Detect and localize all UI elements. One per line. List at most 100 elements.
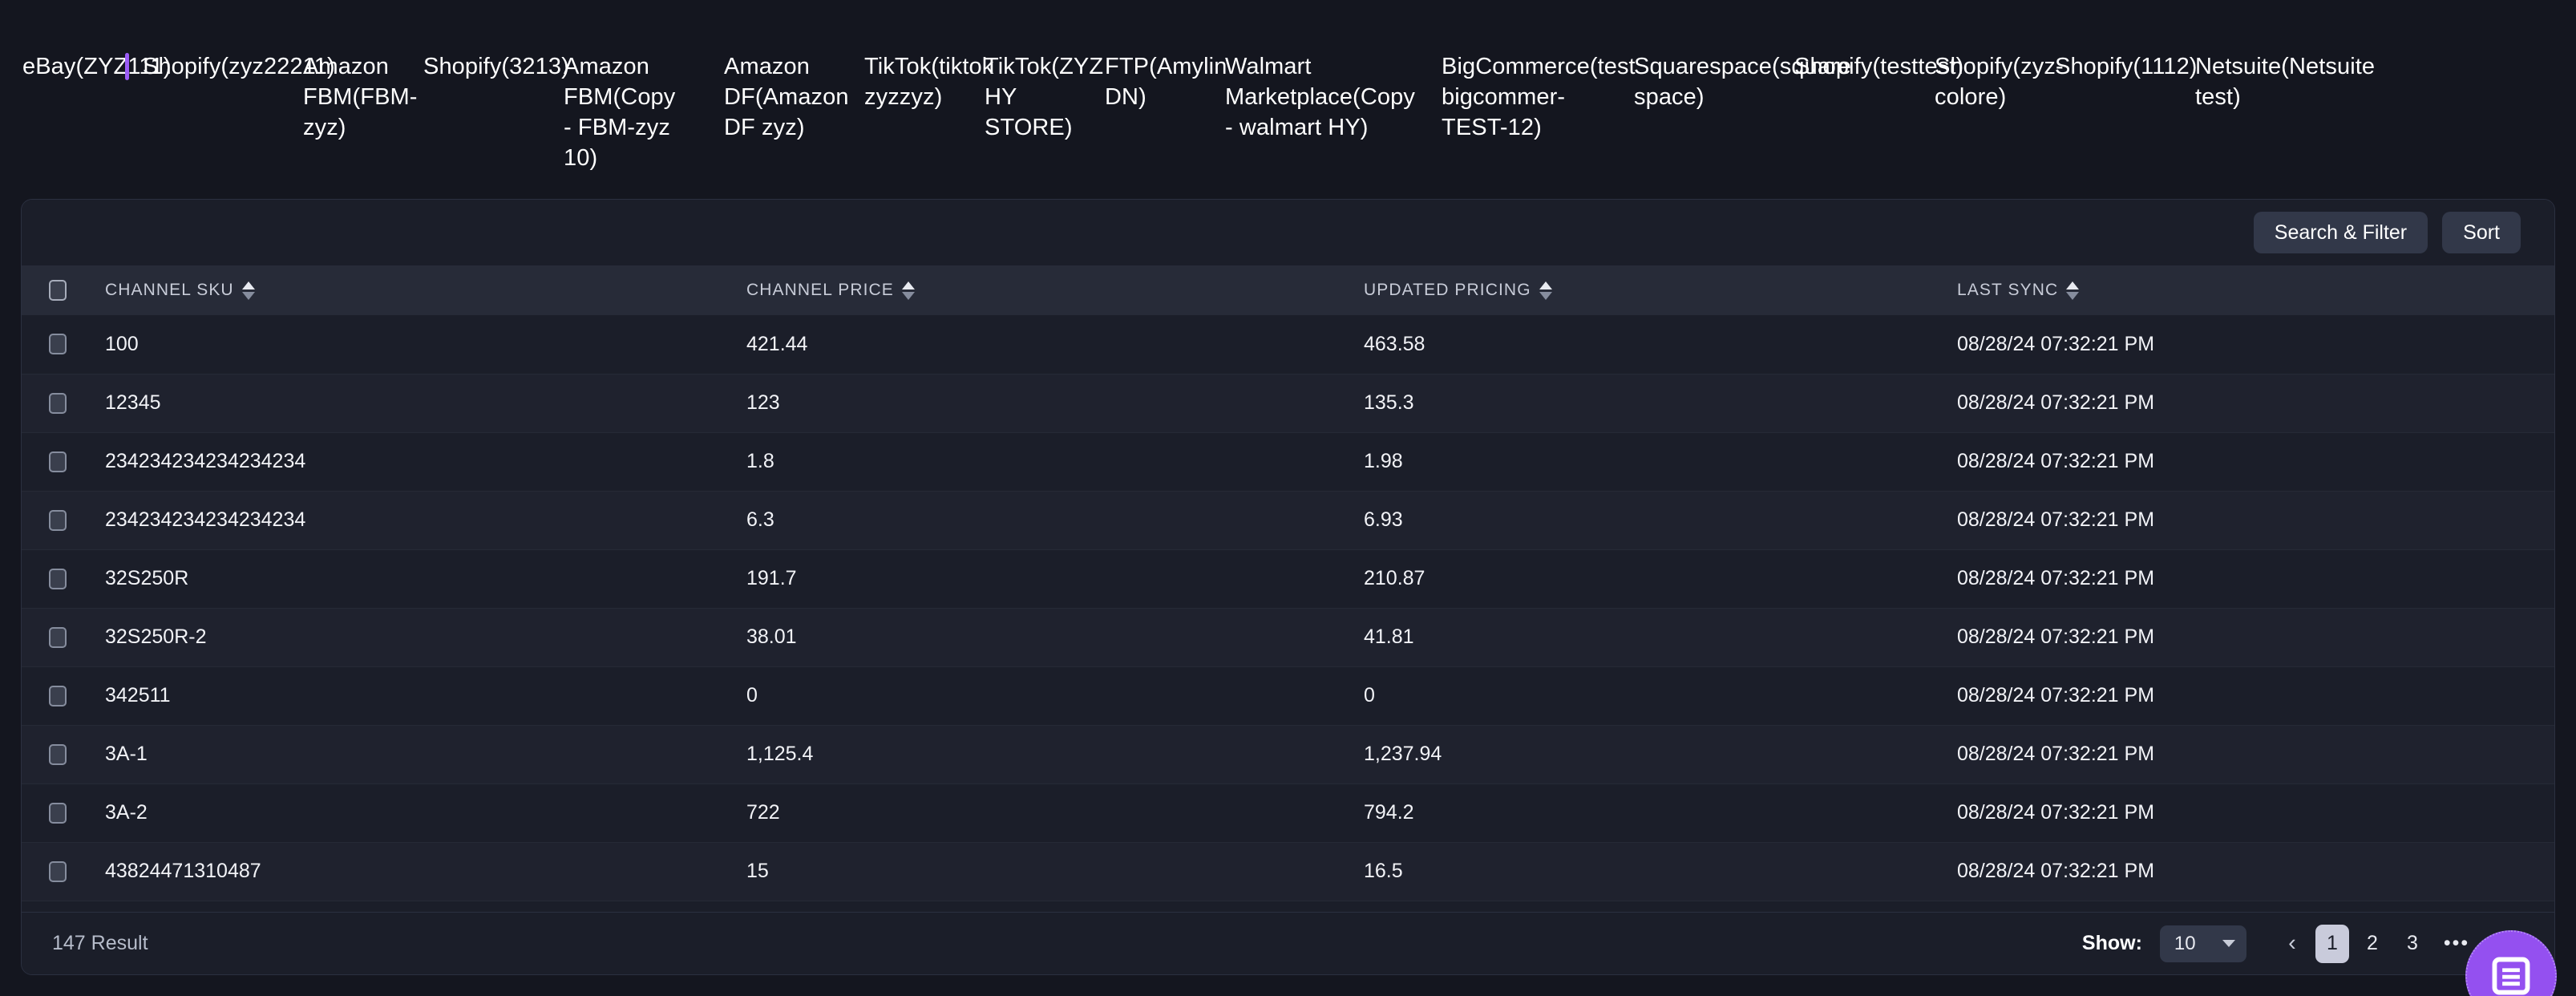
cell-channel-price: 0 bbox=[743, 666, 1361, 725]
row-select-checkbox[interactable] bbox=[49, 334, 67, 354]
sort-arrows-icon[interactable] bbox=[1539, 281, 1552, 300]
cell-last-sync: 08/28/24 07:32:21 PM bbox=[1954, 432, 2555, 491]
cell-channel-sku: 12345 bbox=[102, 374, 743, 432]
page-button-1[interactable]: 1 bbox=[2315, 925, 2349, 963]
row-select-cell bbox=[22, 374, 102, 432]
cell-last-sync: 08/28/24 07:32:21 PM bbox=[1954, 549, 2555, 608]
cell-channel-sku: 43824471310487 bbox=[102, 842, 743, 901]
channel-tab-11[interactable]: Squarespace(square space) bbox=[1612, 51, 1772, 112]
table-row[interactable]: 2342342342342342346.36.9308/28/24 07:32:… bbox=[22, 491, 2555, 549]
channel-tabstrip[interactable]: eBay(ZYZ111)Shopify(zyz22211)Amazon FBM(… bbox=[0, 0, 2576, 189]
cell-channel-price: 6.3 bbox=[743, 491, 1361, 549]
row-select-cell bbox=[22, 783, 102, 842]
cell-channel-sku: 234234234234234234 bbox=[102, 432, 743, 491]
search-and-filter-button[interactable]: Search & Filter bbox=[2254, 212, 2428, 253]
header-last-sync-label: LAST SYNC bbox=[1957, 281, 2058, 300]
channel-tab-3[interactable]: Shopify(3213) bbox=[401, 51, 541, 82]
cell-channel-price: 421.44 bbox=[743, 315, 1361, 374]
header-last-sync[interactable]: LAST SYNC bbox=[1954, 265, 2555, 315]
channel-tab-7[interactable]: TikTok(ZYZ HY STORE) bbox=[962, 51, 1082, 143]
sort-arrows-icon[interactable] bbox=[2066, 281, 2079, 300]
cell-updated-pricing: 210.87 bbox=[1361, 549, 1954, 608]
channel-tab-2[interactable]: Amazon FBM(FBM-zyz) bbox=[281, 51, 401, 143]
table-row[interactable]: 3A-11,125.41,237.9408/28/24 07:32:21 PM bbox=[22, 725, 2555, 783]
cell-last-sync: 08/28/24 07:32:21 PM bbox=[1954, 608, 2555, 666]
table-row[interactable]: 2342342342342342341.81.9808/28/24 07:32:… bbox=[22, 432, 2555, 491]
header-channel-price-cell[interactable]: CHANNEL PRICE bbox=[746, 281, 915, 300]
sort-button[interactable]: Sort bbox=[2442, 212, 2521, 253]
header-channel-sku-cell[interactable]: CHANNEL SKU bbox=[105, 281, 255, 300]
table-row[interactable]: 3A-2722794.208/28/24 07:32:21 PM bbox=[22, 783, 2555, 842]
row-select-checkbox[interactable] bbox=[49, 393, 67, 414]
row-select-checkbox[interactable] bbox=[49, 510, 67, 531]
channel-tab-10[interactable]: BigCommerce(test bigcommer-TEST-12) bbox=[1419, 51, 1612, 143]
row-select-checkbox[interactable] bbox=[49, 861, 67, 882]
channel-pricing-card: Search & Filter Sort CHANNEL SKU bbox=[21, 199, 2555, 975]
cell-last-sync: 08/28/24 07:32:21 PM bbox=[1954, 725, 2555, 783]
channel-tab-12[interactable]: Shopify(testtest) bbox=[1772, 51, 1912, 82]
row-select-checkbox[interactable] bbox=[49, 451, 67, 472]
row-select-checkbox[interactable] bbox=[49, 686, 67, 707]
prev-page-button[interactable]: ‹ bbox=[2275, 925, 2309, 963]
row-select-cell bbox=[22, 549, 102, 608]
table-row[interactable]: 32S250R-238.0141.8108/28/24 07:32:21 PM bbox=[22, 608, 2555, 666]
channel-tab-9[interactable]: Walmart Marketplace(Copy - walmart HY) bbox=[1203, 51, 1419, 143]
cell-last-sync: 08/28/24 07:32:21 PM bbox=[1954, 491, 2555, 549]
channel-tab-14[interactable]: Shopify(1112) bbox=[2032, 51, 2173, 82]
table-row[interactable]: 12345123135.308/28/24 07:32:21 PM bbox=[22, 374, 2555, 432]
table-row[interactable]: 100421.44463.5808/28/24 07:32:21 PM bbox=[22, 315, 2555, 374]
cell-channel-sku: 3A-1 bbox=[102, 725, 743, 783]
table-footer: 147 Result Show: 10 ‹123•••15 bbox=[22, 912, 2554, 974]
table-row[interactable]: 438244713104871516.508/28/24 07:32:21 PM bbox=[22, 842, 2555, 901]
header-last-sync-cell[interactable]: LAST SYNC bbox=[1957, 281, 2079, 300]
row-select-cell bbox=[22, 725, 102, 783]
page-button-3[interactable]: 3 bbox=[2396, 925, 2429, 963]
channel-tab-13[interactable]: Shopify(zyz-colore) bbox=[1912, 51, 2032, 112]
row-select-cell bbox=[22, 432, 102, 491]
page-button-2[interactable]: 2 bbox=[2356, 925, 2389, 963]
cell-updated-pricing: 16.5 bbox=[1361, 842, 1954, 901]
cell-channel-price: 722 bbox=[743, 783, 1361, 842]
header-updated-pricing-cell[interactable]: UPDATED PRICING bbox=[1364, 281, 1552, 300]
sort-arrows-icon[interactable] bbox=[902, 281, 915, 300]
cell-channel-sku: 342511 bbox=[102, 666, 743, 725]
select-all-checkbox[interactable] bbox=[49, 280, 67, 301]
cell-channel-price: 38.01 bbox=[743, 608, 1361, 666]
row-select-checkbox[interactable] bbox=[49, 627, 67, 648]
pagination-controls: Show: 10 ‹123•••15 bbox=[2082, 925, 2522, 963]
cell-last-sync: 08/28/24 07:32:21 PM bbox=[1954, 315, 2555, 374]
row-select-checkbox[interactable] bbox=[49, 569, 67, 589]
row-select-cell bbox=[22, 666, 102, 725]
cell-updated-pricing: 1,237.94 bbox=[1361, 725, 1954, 783]
channel-tab-1[interactable]: Shopify(zyz22211) bbox=[120, 51, 281, 82]
page-size-value: 10 bbox=[2174, 933, 2196, 955]
result-count: 147 Result bbox=[52, 932, 148, 955]
table-row[interactable]: 32S250R191.7210.8708/28/24 07:32:21 PM bbox=[22, 549, 2555, 608]
cell-channel-sku: 100 bbox=[102, 315, 743, 374]
cell-last-sync: 08/28/24 07:32:21 PM bbox=[1954, 666, 2555, 725]
header-channel-sku[interactable]: CHANNEL SKU bbox=[102, 265, 743, 315]
pricing-table: CHANNEL SKU CHANNEL PRICE bbox=[22, 265, 2555, 901]
cell-channel-sku: 3A-2 bbox=[102, 783, 743, 842]
page-size-select[interactable]: 10 bbox=[2160, 925, 2246, 962]
channel-tab-5[interactable]: Amazon DF(Amazon DF zyz) bbox=[702, 51, 842, 143]
row-select-checkbox[interactable] bbox=[49, 744, 67, 765]
channel-tab-0[interactable]: eBay(ZYZ111) bbox=[0, 51, 120, 82]
cell-updated-pricing: 0 bbox=[1361, 666, 1954, 725]
channel-tab-6[interactable]: TikTok(tiktok zyzzyz) bbox=[842, 51, 962, 112]
header-channel-price-label: CHANNEL PRICE bbox=[746, 281, 894, 300]
header-channel-price[interactable]: CHANNEL PRICE bbox=[743, 265, 1361, 315]
header-updated-pricing[interactable]: UPDATED PRICING bbox=[1361, 265, 1954, 315]
row-select-cell bbox=[22, 608, 102, 666]
sort-arrows-icon[interactable] bbox=[242, 281, 255, 300]
table-header-row: CHANNEL SKU CHANNEL PRICE bbox=[22, 265, 2555, 315]
table-row[interactable]: 3425110008/28/24 07:32:21 PM bbox=[22, 666, 2555, 725]
select-all-header bbox=[22, 265, 102, 315]
channel-tab-4[interactable]: Amazon FBM(Copy - FBM-zyz 10) bbox=[541, 51, 702, 173]
channel-tab-8[interactable]: FTP(Amylin DN) bbox=[1082, 51, 1203, 112]
cell-channel-sku: 234234234234234234 bbox=[102, 491, 743, 549]
row-select-checkbox[interactable] bbox=[49, 803, 67, 824]
header-updated-pricing-label: UPDATED PRICING bbox=[1364, 281, 1531, 300]
channel-tab-15[interactable]: Netsuite(Netsuite test) bbox=[2173, 51, 2333, 112]
cell-channel-price: 191.7 bbox=[743, 549, 1361, 608]
